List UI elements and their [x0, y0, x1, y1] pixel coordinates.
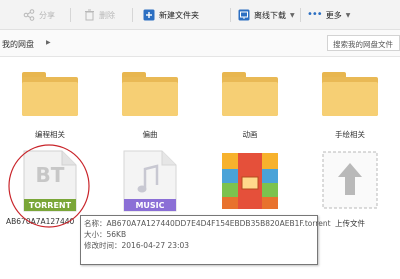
folder-icon	[322, 72, 378, 116]
folder-item[interactable]: 动画	[200, 60, 300, 140]
upload-icon	[322, 151, 378, 209]
share-button[interactable]: 分享	[23, 8, 55, 22]
folder-icon	[22, 72, 78, 116]
offline-download-icon	[238, 9, 250, 21]
delete-label: 删除	[99, 10, 115, 20]
file-name: 编程相关	[35, 130, 65, 139]
share-icon	[23, 9, 35, 21]
toolbar-divider	[300, 8, 301, 22]
tooltip-size: 大小：56KB	[84, 230, 127, 239]
tooltip-mtime: 修改时间：2016-04-27 23:03	[84, 241, 190, 250]
offline-download-label: 离线下载	[254, 10, 286, 20]
chevron-down-icon: ▼	[345, 11, 351, 19]
breadcrumb[interactable]: 我的网盘	[2, 39, 34, 50]
delete-button[interactable]: 删除	[84, 8, 115, 22]
toolbar-divider	[70, 8, 71, 22]
new-folder-icon	[143, 9, 155, 21]
offline-download-button[interactable]: 离线下载 ▼	[238, 8, 295, 22]
address-bar: 我的网盘 ▶ 搜索我的网盘文件	[0, 30, 400, 57]
file-tooltip: 名称：AB670A7A127440DD7E4D4F154EBDB35B820AE…	[80, 215, 331, 265]
chevron-down-icon: ▼	[290, 11, 295, 19]
toolbar-divider	[132, 8, 133, 22]
archive-icon	[222, 153, 278, 209]
music-file-item[interactable]: MUSIC	[100, 145, 200, 215]
folder-item[interactable]: 偏曲	[100, 60, 200, 140]
breadcrumb-arrow-icon: ▶	[46, 39, 51, 46]
trash-icon	[85, 9, 94, 21]
new-folder-label: 新建文件夹	[159, 10, 199, 20]
file-name: 动画	[242, 130, 258, 139]
archive-file-item[interactable]	[200, 145, 300, 215]
new-folder-button[interactable]: 新建文件夹	[143, 8, 199, 22]
music-badge: MUSIC	[135, 201, 165, 210]
more-dots-icon: •••	[307, 9, 323, 20]
search-placeholder: 搜索我的网盘文件	[333, 40, 393, 49]
tooltip-name: 名称：AB670A7A127440DD7E4D4F154EBDB35B820AE…	[84, 219, 331, 228]
share-label: 分享	[39, 10, 55, 20]
more-button[interactable]: ••• 更多 ▼	[307, 8, 350, 22]
folder-icon	[222, 72, 278, 116]
toolbar: 分享 删除 新建文件夹 离线下载 ▼ ••• 更多 ▼	[0, 0, 400, 30]
folder-item[interactable]: 编程相关	[0, 60, 100, 140]
more-label: 更多	[325, 10, 342, 20]
file-name: 偏曲	[142, 130, 158, 139]
toolbar-divider	[230, 8, 231, 22]
search-input[interactable]: 搜索我的网盘文件	[327, 35, 400, 51]
folder-icon	[122, 72, 178, 116]
file-name: 手绘相关	[335, 130, 365, 139]
folder-item[interactable]: 手绘相关	[300, 60, 400, 140]
